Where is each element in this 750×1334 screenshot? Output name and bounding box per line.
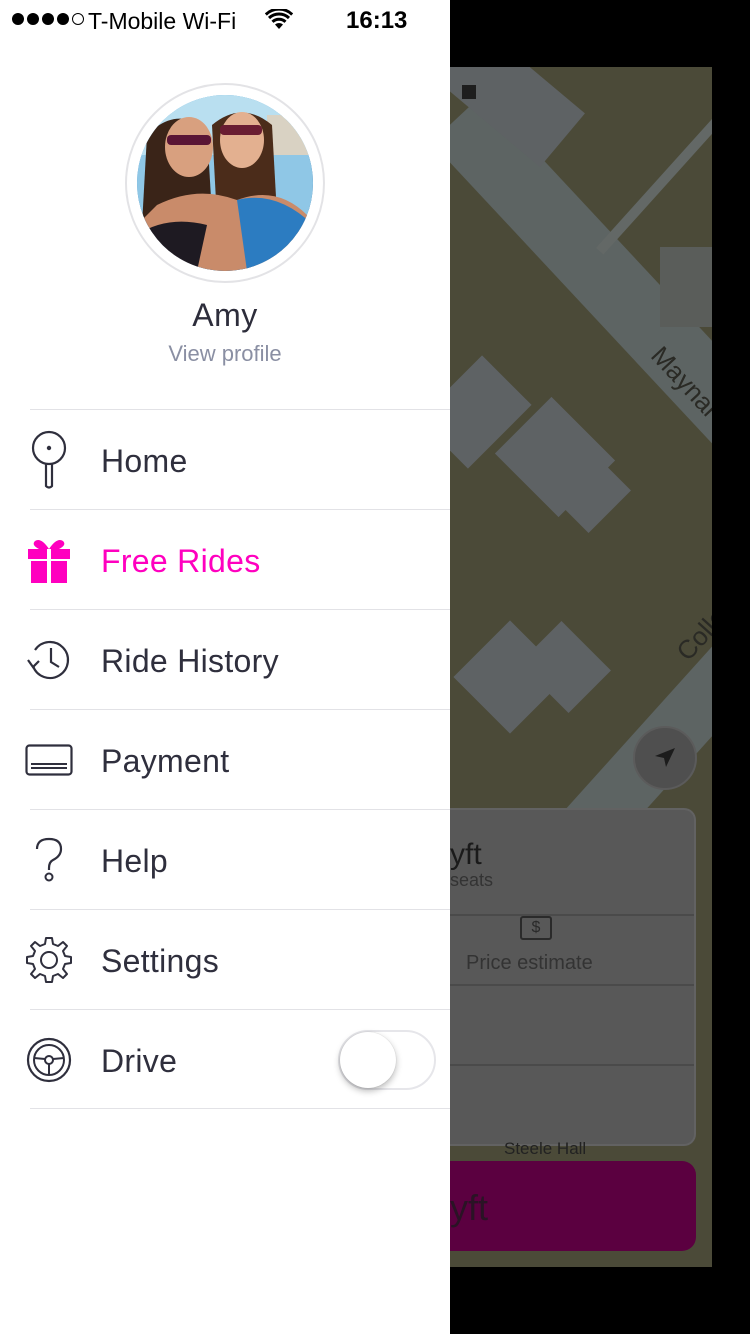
profile-name: Amy [192, 297, 258, 333]
menu-item-payment[interactable]: Payment [25, 709, 450, 809]
divider [450, 984, 694, 986]
menu-label-settings: Settings [101, 943, 220, 979]
menu-label-home: Home [101, 443, 188, 479]
navigation-arrow-icon [655, 748, 675, 767]
map-building [660, 247, 712, 327]
menu-item-ride-history[interactable]: Ride History [27, 609, 450, 709]
steering-wheel-icon [24, 1030, 74, 1090]
price-estimate-button[interactable]: Price estimate [466, 952, 593, 975]
menu-label-free-rides: Free Rides [101, 543, 261, 579]
profile-photo [137, 95, 313, 271]
background-app: Maynar Colle yft seats $ Price estimate … [450, 0, 750, 1334]
avatar[interactable] [137, 95, 313, 271]
question-icon [24, 830, 74, 890]
drawer-menu: Home Free Rides Ride History Payment Hel… [0, 409, 450, 1109]
clock-history-icon [24, 630, 74, 690]
side-drawer: T-Mobile Wi-Fi 16:13 Amy View profile Ho… [0, 0, 450, 1334]
ride-seats-label: seats [450, 870, 494, 890]
cellular-signal-icon [12, 13, 84, 25]
destination-label: Steele Hall [504, 1139, 587, 1158]
locate-me-button[interactable] [633, 726, 697, 790]
drive-mode-toggle[interactable] [338, 1030, 436, 1090]
gift-icon [24, 530, 74, 590]
ride-options-card[interactable]: yft seats [450, 808, 696, 1146]
request-ride-label: yft [450, 1187, 489, 1228]
map-marker [462, 85, 476, 99]
price-icon: $ [520, 916, 552, 940]
menu-item-help[interactable]: Help [30, 809, 450, 909]
divider [450, 1064, 694, 1066]
credit-card-icon [24, 730, 74, 790]
menu-item-free-rides[interactable]: Free Rides [28, 509, 450, 609]
carrier-name: T-Mobile Wi-Fi [88, 8, 237, 34]
wifi-icon [265, 9, 293, 29]
clock-time: 16:13 [346, 7, 408, 34]
menu-label-drive: Drive [101, 1043, 178, 1079]
menu-label-help: Help [101, 843, 169, 879]
map-road [595, 69, 712, 255]
status-bar: T-Mobile Wi-Fi 16:13 [0, 0, 450, 40]
ride-type-name: yft [450, 838, 482, 871]
menu-label-ride-history: Ride History [101, 643, 279, 679]
view-profile-link[interactable]: View profile [0, 341, 450, 367]
menu-item-home[interactable]: Home [30, 409, 450, 509]
menu-item-settings[interactable]: Settings [26, 909, 450, 1009]
map-pin-icon [24, 430, 74, 490]
menu-item-drive[interactable]: Drive [26, 1009, 450, 1109]
menu-label-payment: Payment [101, 743, 230, 779]
divider [450, 914, 694, 916]
toggle-knob [340, 1032, 396, 1088]
gear-icon [24, 930, 74, 990]
